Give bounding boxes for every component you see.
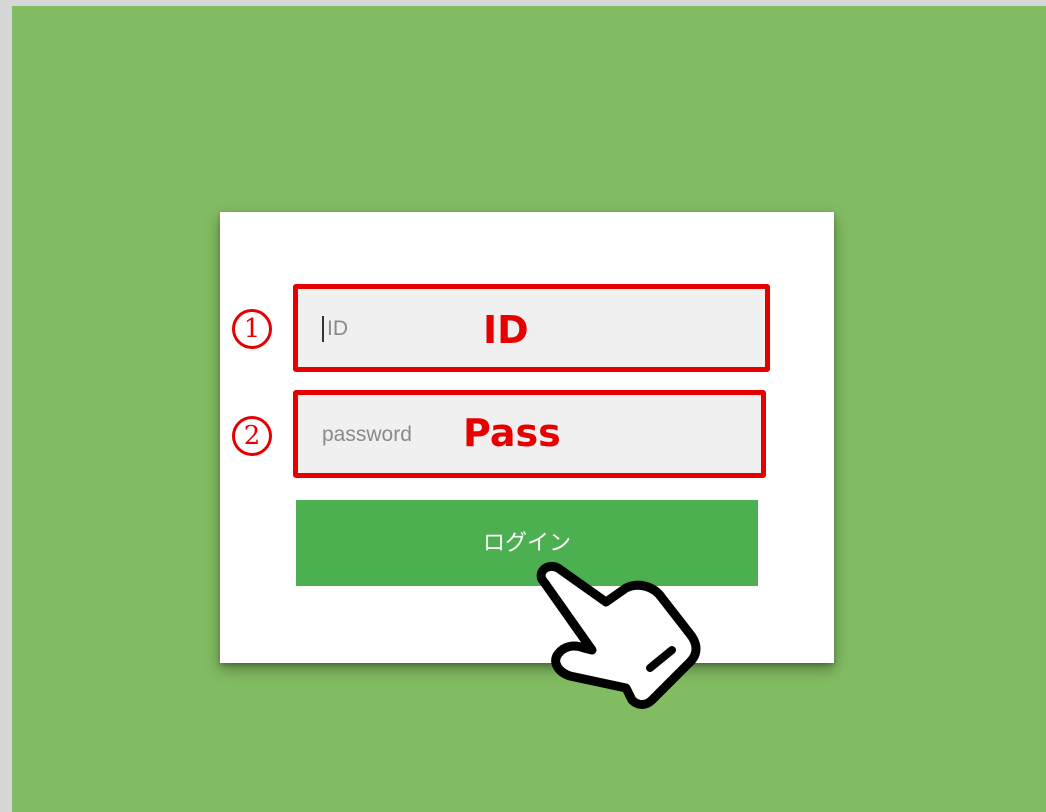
step-1-marker: ①1 xyxy=(232,309,272,349)
step-2-marker: ②2 xyxy=(232,416,272,456)
pointing-hand-icon xyxy=(536,562,701,709)
step-2-digit: 2 xyxy=(243,421,261,451)
step-1-digit: 1 xyxy=(243,314,261,344)
pass-annotation-label: Pass xyxy=(463,411,561,455)
id-field-highlight xyxy=(293,284,770,372)
id-annotation-label: ID xyxy=(483,308,529,352)
